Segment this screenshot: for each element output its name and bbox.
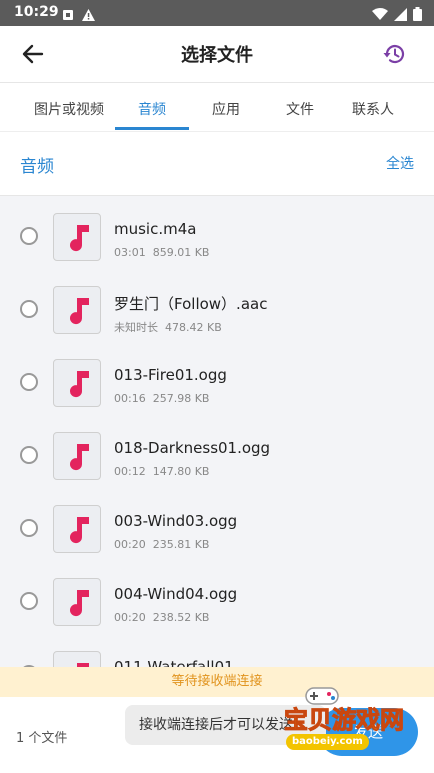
list-item[interactable]: music.m4a 03:01 859.01 KB bbox=[0, 195, 434, 268]
file-meta: 00:16 257.98 KB bbox=[114, 392, 209, 405]
select-radio[interactable] bbox=[20, 519, 38, 537]
battery-icon bbox=[413, 6, 422, 25]
file-thumbnail bbox=[53, 651, 101, 667]
file-meta: 未知时长 478.42 KB bbox=[114, 319, 222, 335]
file-meta: 00:20 238.52 KB bbox=[114, 611, 209, 624]
select-radio[interactable] bbox=[20, 373, 38, 391]
file-duration: 00:16 bbox=[114, 392, 146, 405]
wifi-icon bbox=[372, 6, 388, 25]
file-thumbnail bbox=[53, 505, 101, 553]
tab-contacts[interactable]: 联系人 bbox=[344, 99, 402, 119]
watermark: 宝贝游戏网 baobeiy.com bbox=[258, 680, 418, 756]
file-duration: 00:20 bbox=[114, 611, 146, 624]
file-meta: 03:01 859.01 KB bbox=[114, 246, 209, 259]
music-note-icon bbox=[77, 663, 89, 667]
list-item[interactable]: 罗生门（Follow）.aac 未知时长 478.42 KB bbox=[0, 268, 434, 341]
file-duration: 00:12 bbox=[114, 465, 146, 478]
tab-apps[interactable]: 应用 bbox=[199, 99, 253, 119]
file-name: 011-Waterfall01 bbox=[114, 658, 234, 667]
section-header: 音频 全选 bbox=[0, 131, 434, 196]
select-radio[interactable] bbox=[20, 227, 38, 245]
file-size: 238.52 KB bbox=[152, 611, 210, 624]
file-size: 235.81 KB bbox=[152, 538, 210, 551]
file-name: 018-Darkness01.ogg bbox=[114, 439, 271, 457]
file-thumbnail bbox=[53, 578, 101, 626]
music-note-icon bbox=[70, 225, 89, 252]
select-radio[interactable] bbox=[20, 300, 38, 318]
file-meta: 00:20 235.81 KB bbox=[114, 538, 209, 551]
watermark-text: 宝贝游戏网 bbox=[284, 706, 405, 735]
app-bar: 选择文件 bbox=[0, 26, 434, 83]
file-duration: 00:20 bbox=[114, 538, 146, 551]
file-thumbnail bbox=[53, 286, 101, 334]
watermark-url: baobeiy.com bbox=[286, 734, 369, 750]
category-tabs: 图片或视频 音频 应用 文件 联系人 bbox=[0, 83, 434, 131]
select-all-button[interactable]: 全选 bbox=[386, 153, 414, 173]
list-item[interactable]: 011-Waterfall01 bbox=[0, 633, 434, 667]
notification-icon bbox=[62, 6, 74, 25]
file-name: music.m4a bbox=[114, 220, 197, 238]
file-name: 003-Wind03.ogg bbox=[114, 512, 238, 530]
music-note-icon bbox=[70, 371, 89, 398]
list-item[interactable]: 018-Darkness01.ogg 00:12 147.80 KB bbox=[0, 414, 434, 487]
history-icon[interactable] bbox=[382, 41, 408, 67]
file-size: 147.80 KB bbox=[152, 465, 210, 478]
file-list: music.m4a 03:01 859.01 KB 罗生门（Follow）.aa… bbox=[0, 195, 434, 667]
file-thumbnail bbox=[53, 213, 101, 261]
active-tab-indicator bbox=[115, 127, 189, 130]
file-name: 罗生门（Follow）.aac bbox=[114, 295, 268, 313]
file-duration: 03:01 bbox=[114, 246, 146, 259]
file-name: 004-Wind04.ogg bbox=[114, 585, 238, 603]
file-thumbnail bbox=[53, 359, 101, 407]
file-size: 859.01 KB bbox=[152, 246, 210, 259]
status-bar: 10:29 bbox=[0, 0, 434, 26]
page-title: 选择文件 bbox=[181, 45, 253, 66]
file-size: 257.98 KB bbox=[152, 392, 210, 405]
select-radio[interactable] bbox=[20, 446, 38, 464]
list-item[interactable]: 004-Wind04.ogg 00:20 238.52 KB bbox=[0, 560, 434, 633]
file-name: 013-Fire01.ogg bbox=[114, 366, 227, 384]
tab-files[interactable]: 文件 bbox=[273, 99, 327, 119]
list-item[interactable]: 003-Wind03.ogg 00:20 235.81 KB bbox=[0, 487, 434, 560]
music-note-icon bbox=[70, 298, 89, 325]
file-thumbnail bbox=[53, 432, 101, 480]
file-meta: 00:12 147.80 KB bbox=[114, 465, 209, 478]
file-count: 1 个文件 bbox=[16, 731, 68, 746]
signal-icon bbox=[394, 6, 407, 25]
music-note-icon bbox=[70, 444, 89, 471]
tab-images-videos[interactable]: 图片或视频 bbox=[32, 99, 106, 119]
tab-audio[interactable]: 音频 bbox=[115, 99, 189, 119]
file-duration: 未知时长 bbox=[114, 321, 158, 334]
list-item[interactable]: 013-Fire01.ogg 00:16 257.98 KB bbox=[0, 341, 434, 414]
music-note-icon bbox=[70, 590, 89, 617]
status-time: 10:29 bbox=[14, 4, 59, 20]
section-title: 音频 bbox=[20, 157, 54, 177]
file-size: 478.42 KB bbox=[165, 321, 222, 334]
music-note-icon bbox=[70, 517, 89, 544]
select-radio[interactable] bbox=[20, 592, 38, 610]
warning-icon bbox=[82, 6, 95, 25]
